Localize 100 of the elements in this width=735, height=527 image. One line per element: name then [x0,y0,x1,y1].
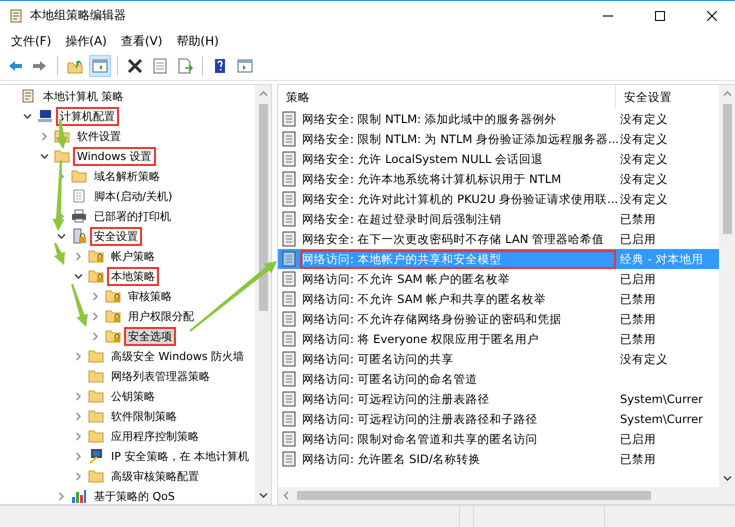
policy-document-icon [282,431,296,447]
chevron-right-icon[interactable] [74,392,83,400]
scroll-icon [20,88,36,104]
tree-item[interactable]: 脚本(启动/关机) [90,186,176,206]
policy-name: 网络安全: 允许本地系统将计算机标识用于 NTLM [301,170,562,188]
policy-row[interactable]: 网络访问: 不允许存储网络身份验证的密码和凭据 已禁用 [278,309,719,329]
policy-document-icon [282,171,296,187]
policy-row[interactable]: 网络访问: 不允许 SAM 帐户和共享的匿名枚举 已禁用 [278,289,719,309]
column-header[interactable]: 安全设置 [616,85,672,109]
chevron-right-icon[interactable] [74,352,83,360]
chevron-right-icon[interactable] [40,132,49,140]
policy-row[interactable]: 网络访问: 不允许 SAM 帐户的匿名枚举 已启用 [278,269,719,289]
policy-row[interactable]: 网络访问: 限制对命名管道和共享的匿名访问 已启用 [278,429,719,449]
security-setting: 已启用 [619,272,656,286]
security-setting: 没有定义 [619,172,668,186]
menu-item[interactable]: 文件(F) [4,32,58,50]
tree-item[interactable]: 高级安全 Windows 防火墙 [107,346,248,366]
scroll-thumb[interactable] [297,491,651,500]
security-setting: 已启用 [619,232,656,246]
policy-row[interactable]: 网络安全: 允许本地系统将计算机标识用于 NTLM 没有定义 [278,169,719,189]
policy-name: 网络访问: 不允许 SAM 帐户的匿名枚举 [301,270,512,288]
chevron-down-icon[interactable] [40,152,49,160]
security-setting: 已禁用 [619,452,656,466]
policy-document-icon [282,251,296,267]
scroll-left-icon[interactable] [282,491,291,500]
tree-item[interactable]: 安全设置 [90,226,142,246]
scroll-thumb[interactable] [722,104,732,234]
scroll-thumb[interactable] [258,104,268,311]
tree-item[interactable]: 用户权限分配 [124,306,198,326]
tree-item[interactable]: 高级审核策略配置 [107,466,203,486]
scroll-up-icon[interactable] [722,89,732,98]
policy-row[interactable]: 网络安全: 在超过登录时间后强制注销 已禁用 [278,209,719,229]
tree-item[interactable]: 软件设置 [73,126,125,146]
vertical-scrollbar[interactable] [255,85,271,504]
policy-row[interactable]: 网络访问: 可匿名访问的共享 没有定义 [278,349,719,369]
chevron-right-icon[interactable] [91,292,100,300]
tree-item[interactable]: 应用程序控制策略 [107,426,203,446]
tree-item[interactable]: 公钥策略 [107,386,159,406]
tree-item[interactable]: 计算机配置 [56,106,119,126]
menu-item[interactable]: 操作(A) [58,32,114,50]
policy-name: 网络访问: 不允许 SAM 帐户和共享的匿名枚举 [301,290,548,308]
policy-name: 网络安全: 限制 NTLM: 添加此域中的服务器例外 [301,110,558,128]
tree-item[interactable]: 软件限制策略 [107,406,181,426]
tree-item[interactable]: 本地计算机 策略 [39,86,128,106]
scroll-down-icon[interactable] [722,474,732,483]
tree-item[interactable]: 网络列表管理器策略 [107,366,214,386]
chevron-right-icon[interactable] [74,412,83,420]
policy-row[interactable]: 网络安全: 允许对此计算机的 PKU2U 身份验证请求使用联... 没有定义 [278,189,719,209]
chevron-right-icon[interactable] [74,452,83,460]
folder-icon [88,408,104,424]
policy-row[interactable]: 网络访问: 允许匿名 SID/名称转换 已禁用 [278,449,719,469]
policy-row[interactable]: 网络访问: 可远程访问的注册表路径 System\Currer [278,389,719,409]
menu-item[interactable]: 查看(V) [114,32,170,50]
tree-item[interactable]: 基于策略的 QoS [90,486,179,504]
scroll-icon [8,8,24,24]
chevron-down-icon[interactable] [23,112,32,120]
chevron-right-icon[interactable] [74,432,83,440]
policy-row[interactable]: 网络访问: 可匿名访问的命名管道 [278,369,719,389]
chevron-down-icon[interactable] [74,272,83,280]
chevron-right-icon[interactable] [91,332,100,340]
policy-document-icon [282,151,296,167]
show-tree-button[interactable] [89,55,111,77]
scroll-up-icon[interactable] [258,89,268,98]
policy-row[interactable]: 网络安全: 限制 NTLM: 为 NTLM 身份验证添加远程服务器...没有定义 [278,129,719,149]
tree-item[interactable]: 审核策略 [124,286,176,306]
tree-item[interactable]: 域名解析策略 [90,166,164,186]
policy-row[interactable]: 网络安全: 允许 LocalSystem NULL 会话回退 没有定义 [278,149,719,169]
policy-row[interactable]: 网络安全: 限制 NTLM: 添加此域中的服务器例外 没有定义 [278,109,719,129]
policy-name: 网络安全: 在下一次更改密码时不存储 LAN 管理器哈希值 [301,230,605,248]
horizontal-scrollbar[interactable] [278,487,735,504]
policy-row[interactable]: 网络安全: 在下一次更改密码时不存储 LAN 管理器哈希值 已启用 [278,229,719,249]
tree-item[interactable]: 帐户策略 [107,246,159,266]
security-setting: 已禁用 [619,332,656,346]
policy-document-icon [282,231,296,247]
panel-toggle-icon [92,58,108,74]
policy-name: 网络访问: 可远程访问的注册表路径和子路径 [301,410,539,428]
chevron-right-icon[interactable] [91,312,100,320]
locked-folder-icon [105,328,121,344]
menu-item[interactable]: 帮助(H) [169,32,226,50]
tree-item[interactable]: IP 安全策略，在 本地计算机 [107,446,253,466]
chevron-down-icon[interactable] [57,232,66,240]
policy-row[interactable]: 网络访问: 将 Everyone 权限应用于匿名用户 已禁用 [278,329,719,349]
policy-document-icon [282,331,296,347]
scroll-down-icon[interactable] [258,491,268,500]
chevron-right-icon[interactable] [74,252,83,260]
tree-item[interactable]: 本地策略 [107,266,159,286]
tree-item[interactable]: Windows 设置 [73,146,156,166]
policy-document-icon [282,371,296,387]
column-header[interactable]: 策略 [278,85,616,109]
vertical-scrollbar[interactable] [719,85,735,487]
policy-document-icon [282,291,296,307]
tree-item[interactable]: 安全选项 [124,326,176,346]
chevron-right-icon[interactable] [74,472,83,480]
security-setting: 已禁用 [619,212,656,226]
tree-item[interactable]: 已部署的打印机 [90,206,175,226]
chevron-right-icon[interactable] [57,492,66,500]
security-setting: 已禁用 [619,312,656,326]
policy-name: 网络访问: 将 Everyone 权限应用于匿名用户 [301,330,540,348]
policy-name: 网络访问: 可匿名访问的命名管道 [301,370,479,388]
policy-row[interactable]: 网络访问: 可远程访问的注册表路径和子路径 System\Currer [278,409,719,429]
